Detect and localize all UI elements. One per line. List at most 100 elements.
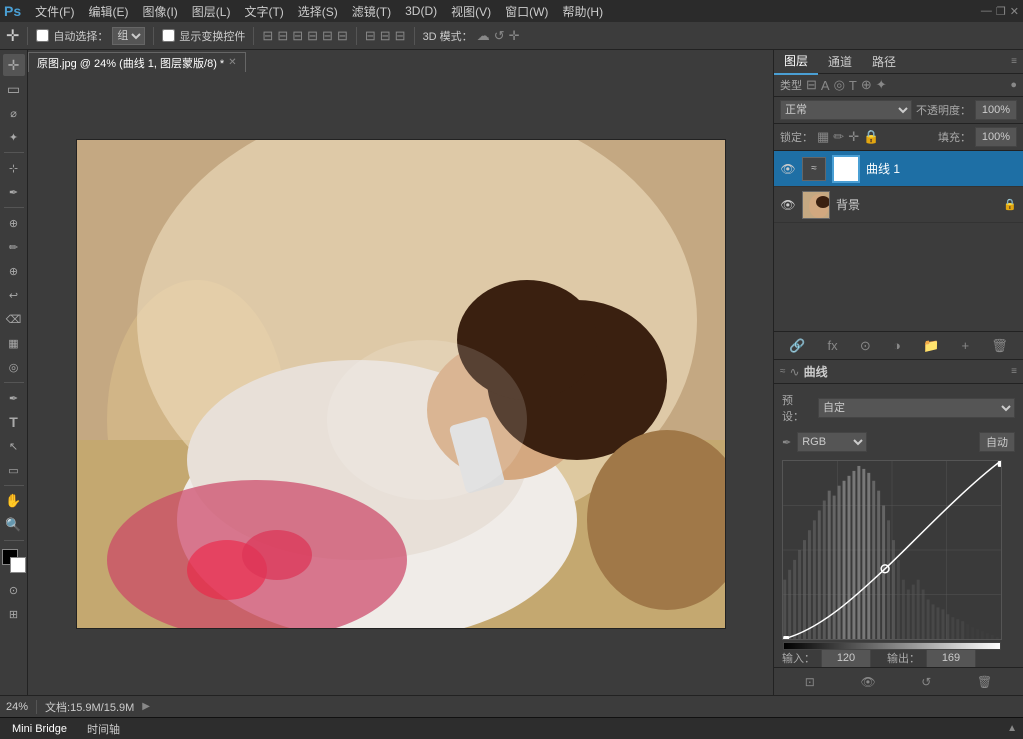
clone-tool[interactable]: ⊕ xyxy=(3,260,25,282)
output-value[interactable] xyxy=(926,648,976,667)
eyedropper-tool[interactable]: ✒ xyxy=(3,181,25,203)
layer-new-btn[interactable]: + xyxy=(961,338,969,353)
quick-select-tool[interactable]: ✦ xyxy=(3,126,25,148)
eraser-tool[interactable]: ⌫ xyxy=(3,308,25,330)
dodge-tool[interactable]: ◎ xyxy=(3,356,25,378)
kind-filter-icon[interactable]: ⊟ xyxy=(806,77,817,93)
3d-rotate-btn[interactable]: ↺ xyxy=(494,28,505,44)
props-clip-btn[interactable]: ⊡ xyxy=(805,675,815,689)
menu-help[interactable]: 帮助(H) xyxy=(556,1,609,22)
layers-panel-menu[interactable]: ≡ xyxy=(1005,52,1023,71)
paths-tab[interactable]: 路径 xyxy=(862,49,906,74)
move-tool-btn[interactable]: ✛ xyxy=(6,26,19,46)
lasso-tool[interactable]: ⌀ xyxy=(3,102,25,124)
zoom-tool[interactable]: 🔍 xyxy=(3,514,25,536)
align-right-btn[interactable]: ⊟ xyxy=(292,28,303,44)
menu-3d[interactable]: 3D(D) xyxy=(399,2,443,20)
move-tool[interactable]: ✛ xyxy=(3,54,25,76)
align-bottom-btn[interactable]: ⊟ xyxy=(337,28,348,44)
menu-text[interactable]: 文字(T) xyxy=(238,1,289,22)
marquee-tool[interactable]: ▭ xyxy=(3,78,25,100)
menu-layer[interactable]: 图层(L) xyxy=(186,1,237,22)
kind-filter-toggle[interactable]: ● xyxy=(1010,79,1017,91)
window-restore[interactable]: ❐ xyxy=(996,5,1006,18)
lock-all-btn[interactable]: 🔒 xyxy=(863,129,879,145)
3d-mode-btn[interactable]: ☁ xyxy=(477,28,490,44)
blend-mode-select[interactable]: 正常 xyxy=(780,100,912,120)
props-delete-btn[interactable]: 🗑 xyxy=(977,675,992,689)
pen-tool[interactable]: ✒ xyxy=(3,387,25,409)
crop-tool[interactable]: ⊹ xyxy=(3,157,25,179)
layer-mask-thumb-curves[interactable] xyxy=(832,155,860,183)
menu-filter[interactable]: 滤镜(T) xyxy=(346,1,397,22)
preset-select[interactable]: 自定 xyxy=(818,398,1015,418)
fill-input[interactable] xyxy=(975,127,1017,147)
hand-tool[interactable]: ✋ xyxy=(3,490,25,512)
text-tool[interactable]: T xyxy=(3,411,25,433)
3d-pan-btn[interactable]: ✛ xyxy=(509,28,520,44)
layer-visibility-curves[interactable]: 👁 xyxy=(780,161,796,177)
canvas-wrapper[interactable] xyxy=(28,72,773,695)
menu-window[interactable]: 窗口(W) xyxy=(499,1,554,22)
window-close[interactable]: ✕ xyxy=(1010,5,1019,18)
menu-image[interactable]: 图像(I) xyxy=(136,1,183,22)
input-value[interactable] xyxy=(821,648,871,667)
auto-btn[interactable]: 自动 xyxy=(979,432,1015,452)
screen-mode-btn[interactable]: ⊞ xyxy=(3,603,25,625)
layer-adj-btn[interactable]: ◑ xyxy=(893,338,901,353)
layer-item-bg[interactable]: 👁 背景 🔒 xyxy=(774,187,1023,223)
props-reset-btn[interactable]: ↺ xyxy=(921,675,931,689)
menu-select[interactable]: 选择(S) xyxy=(292,1,344,22)
show-transform-checkbox[interactable] xyxy=(162,29,175,42)
brush-tool[interactable]: ✏ xyxy=(3,236,25,258)
kind-filter-icon4[interactable]: T xyxy=(849,78,857,93)
layer-item-curves[interactable]: 👁 ≈ 曲线 1 xyxy=(774,151,1023,187)
path-select-tool[interactable]: ↖ xyxy=(3,435,25,457)
kind-filter-icon5[interactable]: ⊕ xyxy=(861,77,872,93)
kind-filter-icon6[interactable]: ✦ xyxy=(876,77,887,93)
mini-bridge-expand[interactable]: ▲ xyxy=(1007,723,1017,734)
props-eye-btn[interactable]: 👁 xyxy=(860,675,875,689)
quick-mask-btn[interactable]: ⊙ xyxy=(3,579,25,601)
layer-fx-btn[interactable]: fx xyxy=(828,338,838,353)
background-color[interactable] xyxy=(10,557,26,573)
lock-paint-btn[interactable]: ✏ xyxy=(833,129,844,145)
align-top-btn[interactable]: ⊟ xyxy=(307,28,318,44)
menu-view[interactable]: 视图(V) xyxy=(445,1,497,22)
canvas-tab-close[interactable]: ✕ xyxy=(228,57,236,68)
align-left-btn[interactable]: ⊟ xyxy=(262,28,273,44)
window-minimize[interactable]: — xyxy=(981,5,992,18)
layer-group-btn[interactable]: 📁 xyxy=(923,338,939,354)
kind-filter-icon2[interactable]: A xyxy=(821,78,830,93)
distribute-btn[interactable]: ⊟ xyxy=(365,28,376,44)
channel-eyedrop-icon[interactable]: ✒ xyxy=(782,436,791,449)
menu-file[interactable]: 文件(F) xyxy=(29,1,80,22)
layers-tab[interactable]: 图层 xyxy=(774,48,818,75)
lock-transparent-btn[interactable]: ▦ xyxy=(817,129,829,145)
gradient-tool[interactable]: ▦ xyxy=(3,332,25,354)
distribute-2-btn[interactable]: ⊟ xyxy=(380,28,391,44)
lock-move-btn[interactable]: ✛ xyxy=(848,129,859,145)
heal-tool[interactable]: ⊕ xyxy=(3,212,25,234)
shape-tool[interactable]: ▭ xyxy=(3,459,25,481)
history-brush-tool[interactable]: ↩ xyxy=(3,284,25,306)
auto-align-btn[interactable]: ⊟ xyxy=(395,28,406,44)
align-center-btn[interactable]: ⊟ xyxy=(277,28,288,44)
auto-select-checkbox[interactable] xyxy=(36,29,49,42)
auto-select-select[interactable]: 组 xyxy=(112,27,145,45)
layer-mask-btn[interactable]: ⊙ xyxy=(860,338,871,354)
align-middle-btn[interactable]: ⊟ xyxy=(322,28,333,44)
layer-visibility-bg[interactable]: 👁 xyxy=(780,197,796,213)
properties-menu[interactable]: ≡ xyxy=(1011,366,1017,377)
status-arrow-btn[interactable]: ▶ xyxy=(142,701,150,712)
layer-link-btn[interactable]: 🔗 xyxy=(789,338,805,354)
fg-bg-colors[interactable] xyxy=(2,549,26,573)
layer-delete-btn[interactable]: 🗑 xyxy=(991,338,1008,354)
channel-select[interactable]: RGB xyxy=(797,432,867,452)
mini-bridge-tab[interactable]: Mini Bridge xyxy=(6,721,73,737)
opacity-input[interactable] xyxy=(975,100,1017,120)
kind-filter-icon3[interactable]: ◎ xyxy=(834,77,845,93)
channels-tab[interactable]: 通道 xyxy=(818,49,862,74)
curve-graph[interactable] xyxy=(782,460,1002,640)
canvas-tab-main[interactable]: 原图.jpg @ 24% (曲线 1, 图层蒙版/8) * ✕ xyxy=(28,52,246,72)
